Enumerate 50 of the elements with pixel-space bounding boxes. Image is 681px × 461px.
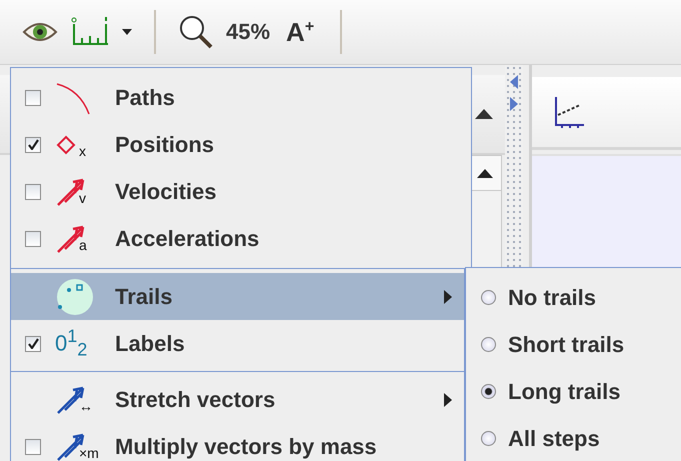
up-triangle-icon [477,168,493,178]
radio-label[interactable]: All steps [508,426,681,452]
icon-subscript: ↔ [79,398,93,412]
icon-subscript: v [79,190,86,204]
menu-item-label: Multiply vectors by mass [115,434,378,460]
graph-icon[interactable] [552,95,586,129]
icon-subscript: x [79,144,86,158]
menu-item[interactable]: ×m Multiply vectors by mass [11,423,464,461]
menu-item[interactable]: a Accelerations [11,215,471,262]
submenu-arrow-icon [444,290,452,304]
menu-item[interactable]: v Velocities [11,168,471,215]
menu-item-label: Paths [115,84,176,110]
scroll-up-button[interactable] [469,156,501,191]
radio-button[interactable] [481,384,496,399]
checkbox[interactable] [25,184,41,200]
collapse-left-icon[interactable] [510,75,518,89]
checkbox[interactable] [25,230,41,246]
menu-item-label: Positions [115,132,216,158]
radio-button[interactable] [481,290,496,305]
submenu-arrow-icon [444,392,452,406]
menu-item-label: Stretch vectors [115,386,276,412]
eye-icon[interactable] [22,20,58,44]
menu-item-label: Velocities [115,178,218,204]
font-size-button[interactable]: A$^{+}$ [282,16,318,48]
search-icon[interactable] [178,14,214,50]
checkbox[interactable] [25,438,41,454]
caret-icon[interactable] [122,29,132,35]
diamond-icon [55,134,77,156]
menu-item-label: Trails [115,284,174,310]
radio-label[interactable]: No trails [508,284,681,310]
menu-item-label: Accelerations [115,226,260,252]
icon-subscript: a [79,238,87,252]
menu-item[interactable]: Trails [11,273,464,320]
radio-label[interactable]: Long trails [508,378,681,404]
radio-button[interactable] [481,337,496,352]
zoom-level: 45% [226,19,270,45]
icon-subscript: ×m [79,446,99,460]
menu-item[interactable]: x Positions [11,121,471,168]
radio-label[interactable]: Short trails [508,332,681,358]
checkbox[interactable] [25,336,41,352]
expand-right-icon[interactable] [510,97,518,111]
trails-icon [55,276,95,316]
radio-button[interactable] [481,431,496,446]
up-triangle-icon[interactable] [475,109,493,119]
checkbox[interactable] [25,136,41,152]
menu-item[interactable]: ↔ Stretch vectors [11,376,464,423]
menu-item[interactable]: Paths [11,74,471,121]
checkbox[interactable] [25,90,41,106]
ruler-icon[interactable] [70,16,110,48]
menu-item-label: Labels [115,330,186,356]
